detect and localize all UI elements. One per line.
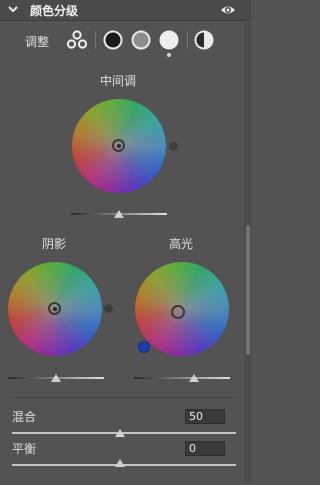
highlights-tint-indicator (139, 342, 149, 352)
highlights-luminance-thumb[interactable] (189, 374, 199, 382)
shadows-luminance-indicator (104, 304, 113, 313)
scrollbar-thumb[interactable] (246, 225, 250, 355)
midtones-wheel-handle[interactable] (112, 139, 125, 152)
chevron-down-icon[interactable] (6, 1, 20, 17)
midtones-luminance-thumb[interactable] (114, 210, 124, 218)
shadows-luminance-thumb[interactable] (51, 374, 61, 382)
midtones-color-wheel[interactable] (72, 99, 166, 193)
mode-separator (95, 31, 96, 49)
shadows-color-wheel[interactable] (8, 262, 102, 356)
shadows-title: 阴影 (42, 237, 67, 251)
shadows-view-icon[interactable] (102, 29, 124, 51)
blending-value-field[interactable]: 50 (185, 409, 225, 424)
section-divider (12, 397, 236, 398)
global-view-icon[interactable] (193, 29, 215, 51)
balance-value-field[interactable]: 0 (185, 441, 225, 456)
midtones-luminance-indicator (169, 142, 178, 151)
highlights-view-icon[interactable] (158, 29, 180, 51)
three-way-view-icon[interactable] (66, 29, 88, 51)
blending-label: 混合 (12, 410, 37, 424)
mode-separator (187, 31, 188, 49)
balance-label: 平衡 (12, 442, 37, 456)
shadows-wheel-handle[interactable] (48, 302, 61, 315)
panel-header[interactable]: 颜色分级 (0, 0, 251, 21)
highlights-title: 高光 (169, 237, 194, 251)
midtones-title: 中间调 (100, 74, 137, 88)
blending-slider-thumb[interactable] (115, 429, 125, 437)
balance-slider-thumb[interactable] (115, 459, 125, 467)
panel-title: 颜色分级 (30, 4, 79, 18)
selected-mode-indicator (167, 53, 171, 57)
highlights-color-wheel[interactable] (135, 262, 229, 356)
eye-icon[interactable] (220, 3, 236, 17)
color-grading-panel: 颜色分级 调整 中间调 阴影 高光 混合 50 平衡 0 (0, 0, 251, 485)
highlights-luminance-track[interactable] (134, 377, 230, 379)
midtones-view-icon[interactable] (130, 29, 152, 51)
adjust-label: 调整 (25, 35, 50, 49)
highlights-wheel-handle[interactable] (171, 305, 185, 319)
